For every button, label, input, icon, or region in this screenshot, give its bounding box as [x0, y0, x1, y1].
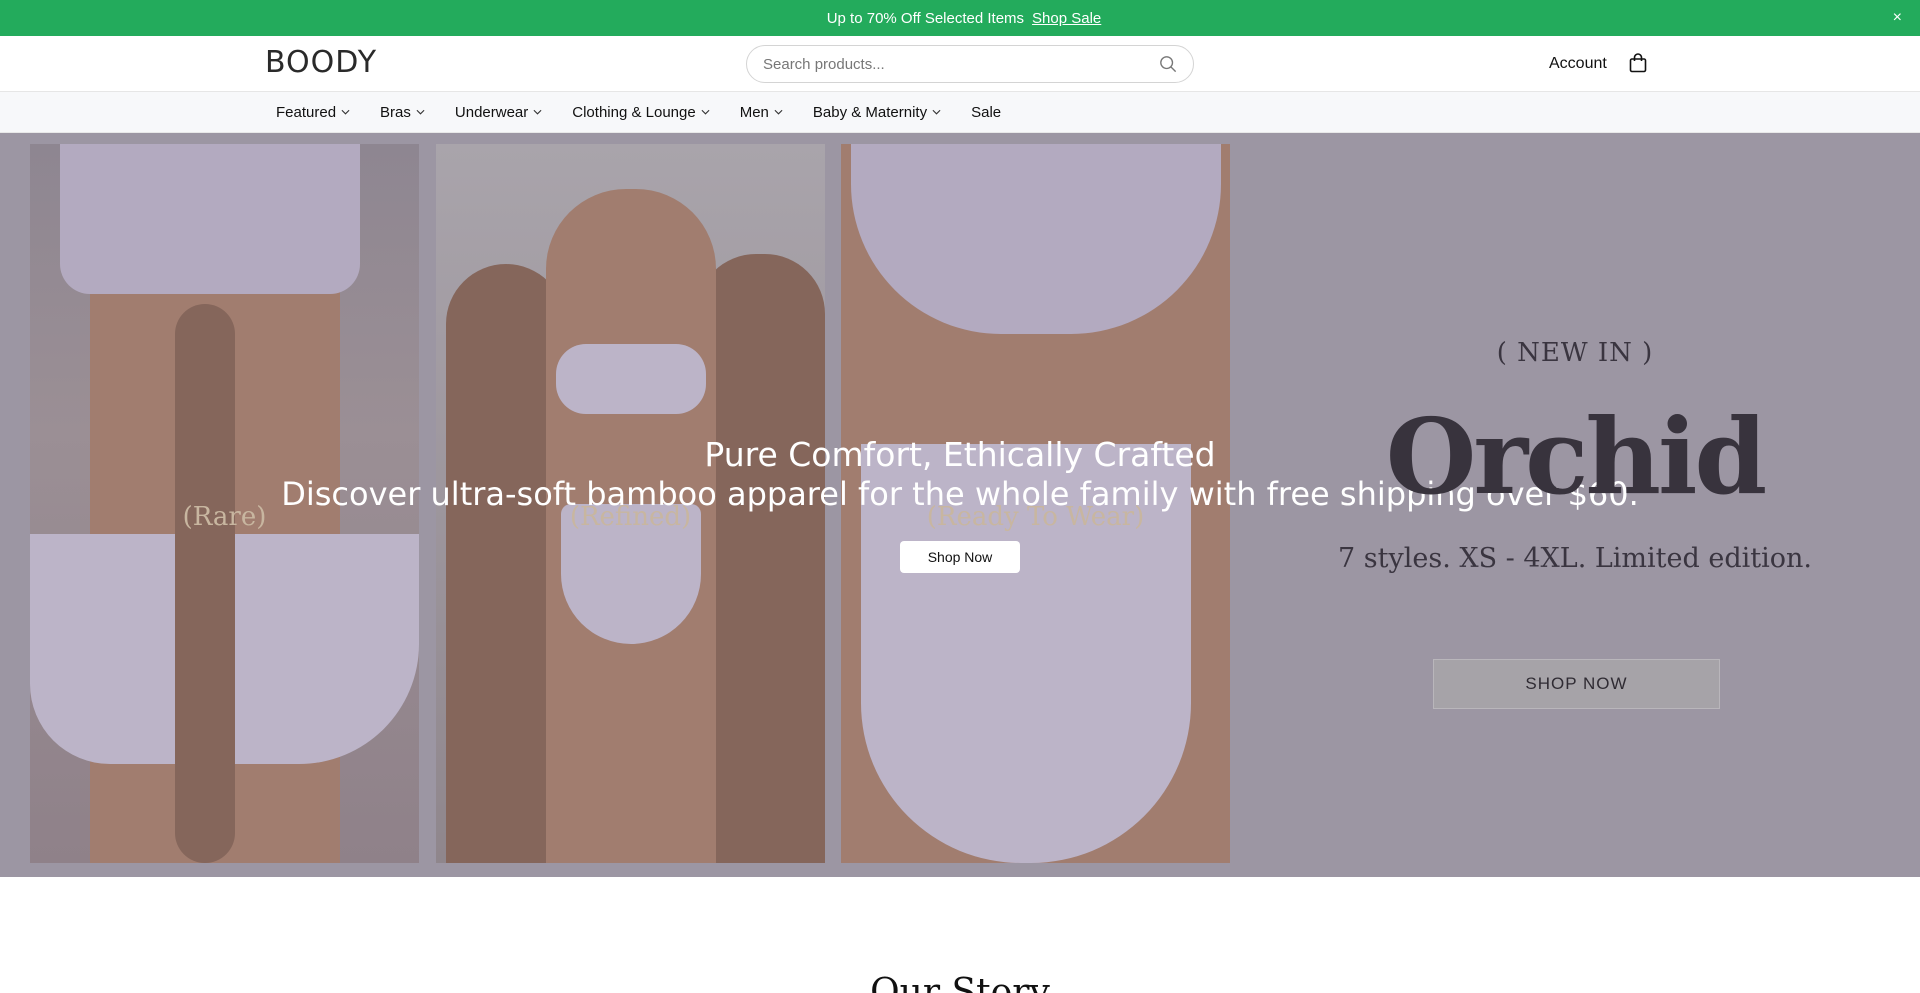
main-nav: Featured Bras Underwear Clothing & Loung…	[0, 92, 1920, 133]
hero-shop-now-button[interactable]: Shop Now	[900, 541, 1020, 573]
chevron-down-icon	[701, 109, 710, 115]
model-arm	[175, 304, 235, 863]
shop-sale-link[interactable]: Shop Sale	[1032, 10, 1101, 27]
shopping-bag-icon[interactable]	[1629, 53, 1647, 73]
chevron-down-icon	[932, 109, 941, 115]
search-input[interactable]	[763, 55, 1159, 73]
nav-item-underwear[interactable]: Underwear	[455, 104, 542, 121]
chevron-down-icon	[533, 109, 542, 115]
account-link[interactable]: Account	[1549, 55, 1607, 73]
nav-item-label: Baby & Maternity	[812, 103, 928, 121]
promo-shop-now-button[interactable]: SHOP NOW	[1433, 659, 1720, 709]
hero-banner[interactable]: (Rare) (Refined) (Ready To Wear) Pure Co…	[0, 133, 1920, 877]
nav-item-label: Men	[739, 103, 769, 121]
chevron-down-icon	[774, 109, 783, 115]
promo-description: 7 styles. XS - 4XL. Limited edition.	[1338, 543, 1812, 574]
nav-item-sale[interactable]: Sale	[971, 104, 1001, 121]
center-bra	[556, 344, 706, 414]
search-bar[interactable]	[746, 45, 1194, 83]
bra-top	[60, 144, 360, 294]
nav-item-label: Bras	[380, 103, 411, 121]
nav-item-baby-maternity[interactable]: Baby & Maternity	[813, 104, 941, 121]
site-header: BOODY Account	[0, 36, 1920, 92]
our-story-heading: Our Story	[870, 972, 1050, 993]
announcement-text: Up to 70% Off Selected Items	[826, 9, 1025, 27]
nav-item-label: Clothing & Lounge	[572, 103, 696, 121]
boody-logo[interactable]: BOODY	[265, 45, 377, 80]
nav-item-featured[interactable]: Featured	[276, 104, 350, 121]
nav-item-men[interactable]: Men	[740, 104, 783, 121]
announcement-bar: Up to 70% Off Selected Items Shop Sale ×	[0, 0, 1920, 36]
promo-title: Orchid	[1385, 395, 1768, 518]
chevron-down-icon	[416, 109, 425, 115]
nav-item-bras[interactable]: Bras	[380, 104, 425, 121]
nav-item-label: Featured	[276, 103, 337, 121]
nav-item-clothing-lounge[interactable]: Clothing & Lounge	[572, 103, 710, 121]
promo-tag: ( NEW IN )	[1496, 338, 1654, 368]
nav-item-label: Sale	[971, 103, 1002, 121]
nav-item-label: Underwear	[454, 103, 529, 121]
close-icon[interactable]: ×	[1893, 8, 1902, 28]
search-icon[interactable]	[1159, 55, 1177, 73]
chevron-down-icon	[341, 109, 350, 115]
